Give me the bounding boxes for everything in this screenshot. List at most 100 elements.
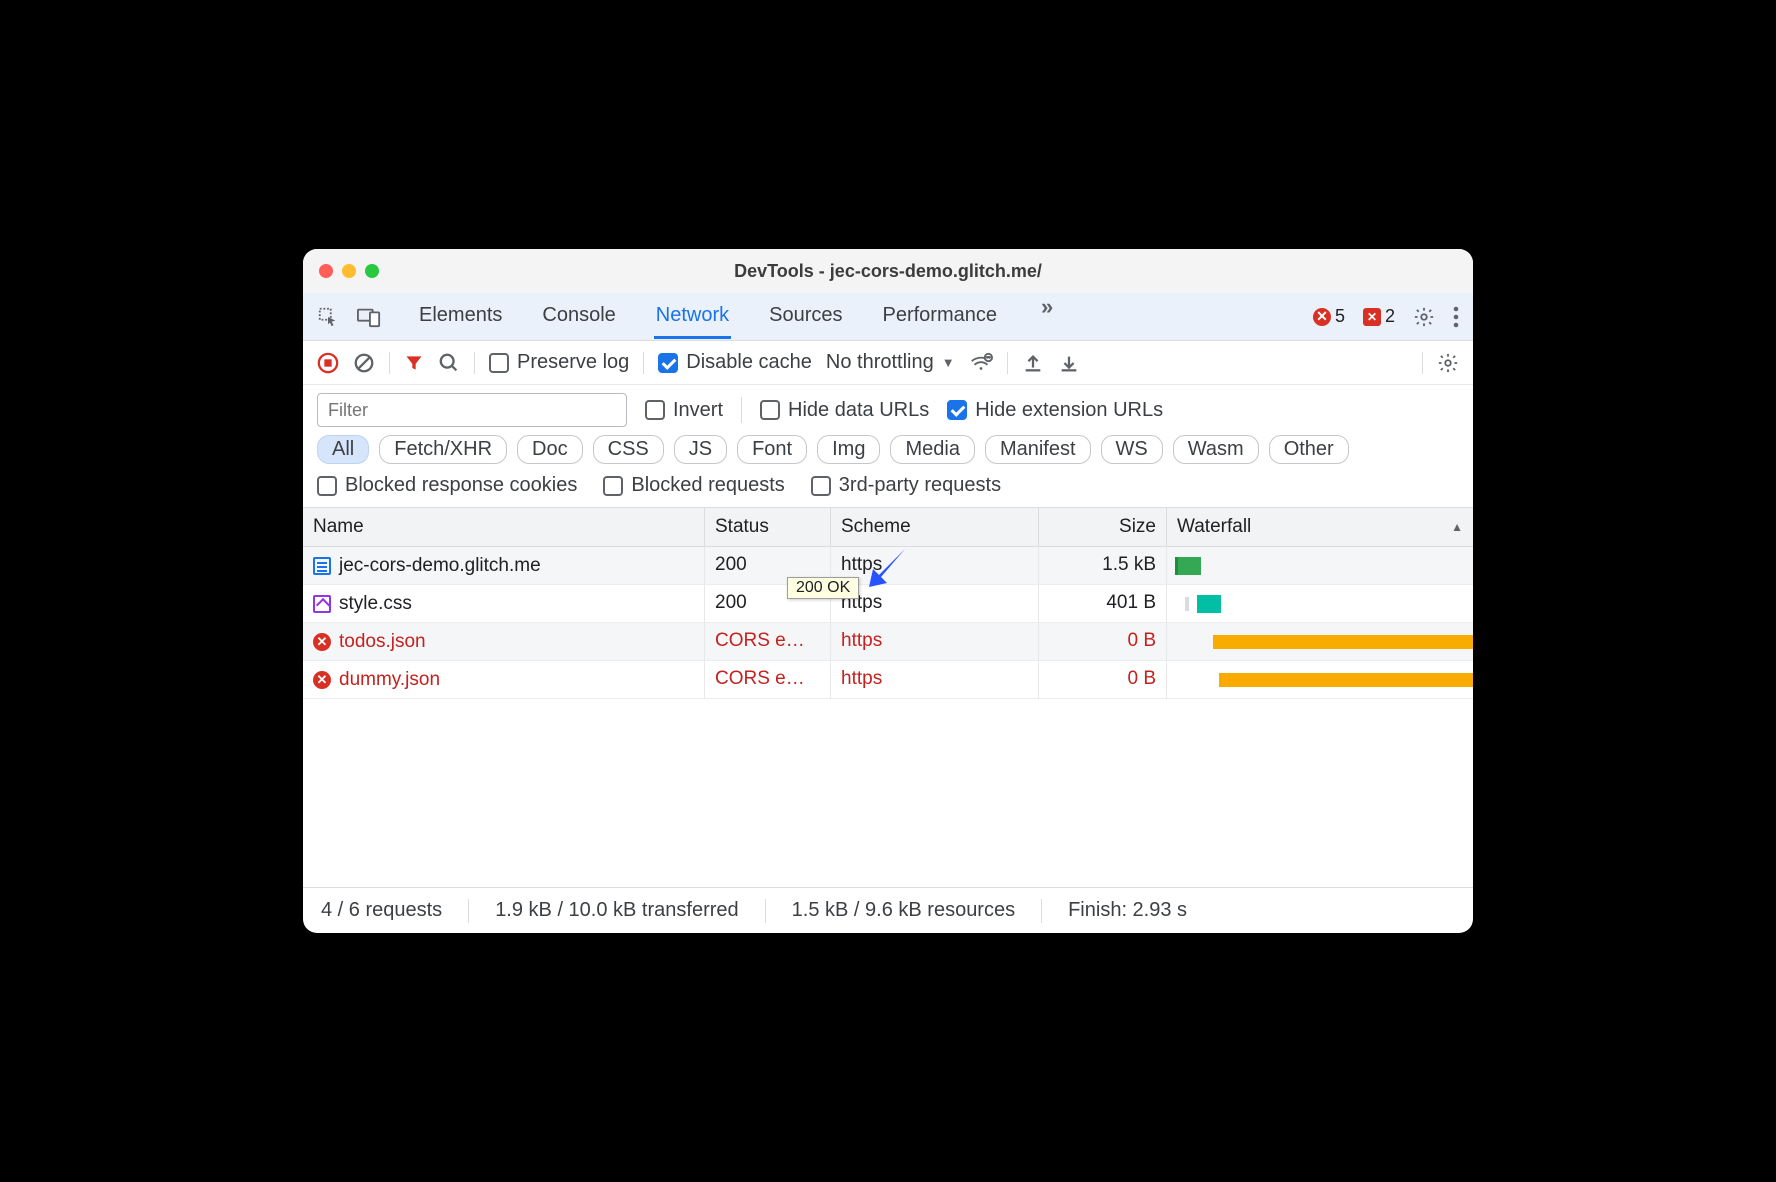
status-bar: 4 / 6 requests 1.9 kB / 10.0 kB transfer… — [303, 887, 1473, 933]
status-finish: Finish: 2.93 s — [1068, 899, 1187, 922]
blocked-requests-label: Blocked requests — [631, 474, 784, 497]
window-title: DevTools - jec-cors-demo.glitch.me/ — [303, 261, 1473, 282]
throttling-value: No throttling — [826, 351, 934, 374]
filter-checks-row: Blocked response cookies Blocked request… — [303, 470, 1473, 507]
row-waterfall — [1167, 623, 1473, 660]
download-har-icon[interactable] — [1058, 352, 1080, 374]
network-table-header: Name Status Scheme Size Waterfall ▲ — [303, 507, 1473, 547]
sort-asc-icon: ▲ — [1451, 520, 1463, 534]
close-window-button[interactable] — [319, 264, 333, 278]
pill-css[interactable]: CSS — [593, 435, 664, 464]
pill-js[interactable]: JS — [674, 435, 727, 464]
clear-button[interactable] — [353, 352, 375, 374]
status-transferred: 1.9 kB / 10.0 kB transferred — [495, 899, 738, 922]
panel-tabstrip: Elements Console Network Sources Perform… — [303, 293, 1473, 341]
col-scheme[interactable]: Scheme — [831, 508, 1039, 546]
table-row[interactable]: ✕ todos.json CORS e… https 0 B — [303, 623, 1473, 661]
network-settings-icon[interactable] — [1437, 352, 1459, 374]
device-toolbar-icon[interactable] — [357, 306, 381, 328]
tab-sources[interactable]: Sources — [767, 294, 844, 339]
invert-checkbox[interactable]: Invert — [645, 399, 723, 422]
pill-doc[interactable]: Doc — [517, 435, 583, 464]
col-size[interactable]: Size — [1039, 508, 1167, 546]
divider — [1041, 899, 1042, 923]
hide-extension-urls-checkbox[interactable]: Hide extension URLs — [947, 399, 1163, 422]
pill-ws[interactable]: WS — [1101, 435, 1163, 464]
search-icon[interactable] — [438, 352, 460, 374]
row-size: 0 B — [1039, 623, 1167, 660]
pill-manifest[interactable]: Manifest — [985, 435, 1091, 464]
issues-badge[interactable]: ✕ 2 — [1363, 306, 1395, 327]
checkbox-icon — [317, 476, 337, 496]
maximize-window-button[interactable] — [365, 264, 379, 278]
error-icon: ✕ — [313, 671, 331, 689]
row-name: dummy.json — [339, 669, 440, 691]
hide-data-urls-checkbox[interactable]: Hide data URLs — [760, 399, 929, 422]
blocked-cookies-checkbox[interactable]: Blocked response cookies — [317, 474, 577, 497]
row-waterfall — [1167, 661, 1473, 698]
blocked-cookies-label: Blocked response cookies — [345, 474, 577, 497]
upload-har-icon[interactable] — [1022, 352, 1044, 374]
throttling-select[interactable]: No throttling ▼ — [826, 351, 955, 374]
col-status[interactable]: Status — [705, 508, 831, 546]
third-party-checkbox[interactable]: 3rd-party requests — [811, 474, 1001, 497]
pill-media[interactable]: Media — [890, 435, 974, 464]
table-row[interactable]: ✕ dummy.json CORS e… https 0 B — [303, 661, 1473, 699]
network-conditions-icon[interactable] — [969, 352, 993, 374]
row-waterfall — [1167, 547, 1473, 584]
status-requests: 4 / 6 requests — [321, 899, 442, 922]
col-waterfall-label: Waterfall — [1177, 516, 1251, 538]
row-size: 0 B — [1039, 661, 1167, 698]
row-name: todos.json — [339, 631, 426, 653]
settings-icon[interactable] — [1413, 306, 1435, 328]
filter-icon[interactable] — [404, 353, 424, 373]
col-waterfall[interactable]: Waterfall ▲ — [1167, 508, 1473, 546]
tab-performance[interactable]: Performance — [881, 294, 1000, 339]
row-size: 401 B — [1039, 585, 1167, 622]
row-name: jec-cors-demo.glitch.me — [339, 555, 541, 577]
tab-network[interactable]: Network — [654, 294, 731, 339]
pill-wasm[interactable]: Wasm — [1173, 435, 1259, 464]
preserve-log-checkbox[interactable]: Preserve log — [489, 351, 629, 374]
minimize-window-button[interactable] — [342, 264, 356, 278]
divider — [1007, 352, 1008, 374]
divider — [474, 352, 475, 374]
tab-elements[interactable]: Elements — [417, 294, 504, 339]
tab-console[interactable]: Console — [540, 294, 617, 339]
record-button[interactable] — [317, 352, 339, 374]
errors-count: 5 — [1335, 306, 1345, 327]
preserve-log-label: Preserve log — [517, 351, 629, 374]
filter-row: Invert Hide data URLs Hide extension URL… — [303, 385, 1473, 431]
issue-icon: ✕ — [1363, 308, 1381, 326]
titlebar: DevTools - jec-cors-demo.glitch.me/ — [303, 249, 1473, 293]
row-waterfall — [1167, 585, 1473, 622]
more-options-icon[interactable] — [1453, 306, 1459, 328]
errors-badge[interactable]: ✕ 5 — [1313, 306, 1345, 327]
divider — [468, 899, 469, 923]
third-party-label: 3rd-party requests — [839, 474, 1001, 497]
divider — [1422, 352, 1423, 374]
more-tabs-button[interactable]: » — [1035, 294, 1059, 339]
pill-other[interactable]: Other — [1269, 435, 1349, 464]
error-icon: ✕ — [1313, 308, 1331, 326]
error-icon: ✕ — [313, 633, 331, 651]
col-name[interactable]: Name — [303, 508, 705, 546]
checkbox-icon — [489, 353, 509, 373]
blocked-requests-checkbox[interactable]: Blocked requests — [603, 474, 784, 497]
divider — [389, 352, 390, 374]
waterfall-bar-icon — [1197, 595, 1221, 613]
inspect-element-icon[interactable] — [317, 306, 339, 328]
pill-fetch-xhr[interactable]: Fetch/XHR — [379, 435, 507, 464]
disable-cache-label: Disable cache — [686, 351, 812, 374]
row-name: style.css — [339, 593, 412, 615]
pill-img[interactable]: Img — [817, 435, 880, 464]
network-table-body: jec-cors-demo.glitch.me 200 https 1.5 kB… — [303, 547, 1473, 887]
pill-font[interactable]: Font — [737, 435, 807, 464]
waterfall-bar-icon — [1185, 597, 1189, 611]
disable-cache-checkbox[interactable]: Disable cache — [658, 351, 812, 374]
pill-all[interactable]: All — [317, 435, 369, 464]
checkbox-checked-icon — [658, 353, 678, 373]
waterfall-bar-icon — [1175, 557, 1201, 575]
waterfall-bar-icon — [1213, 635, 1473, 649]
filter-input[interactable] — [317, 393, 627, 427]
